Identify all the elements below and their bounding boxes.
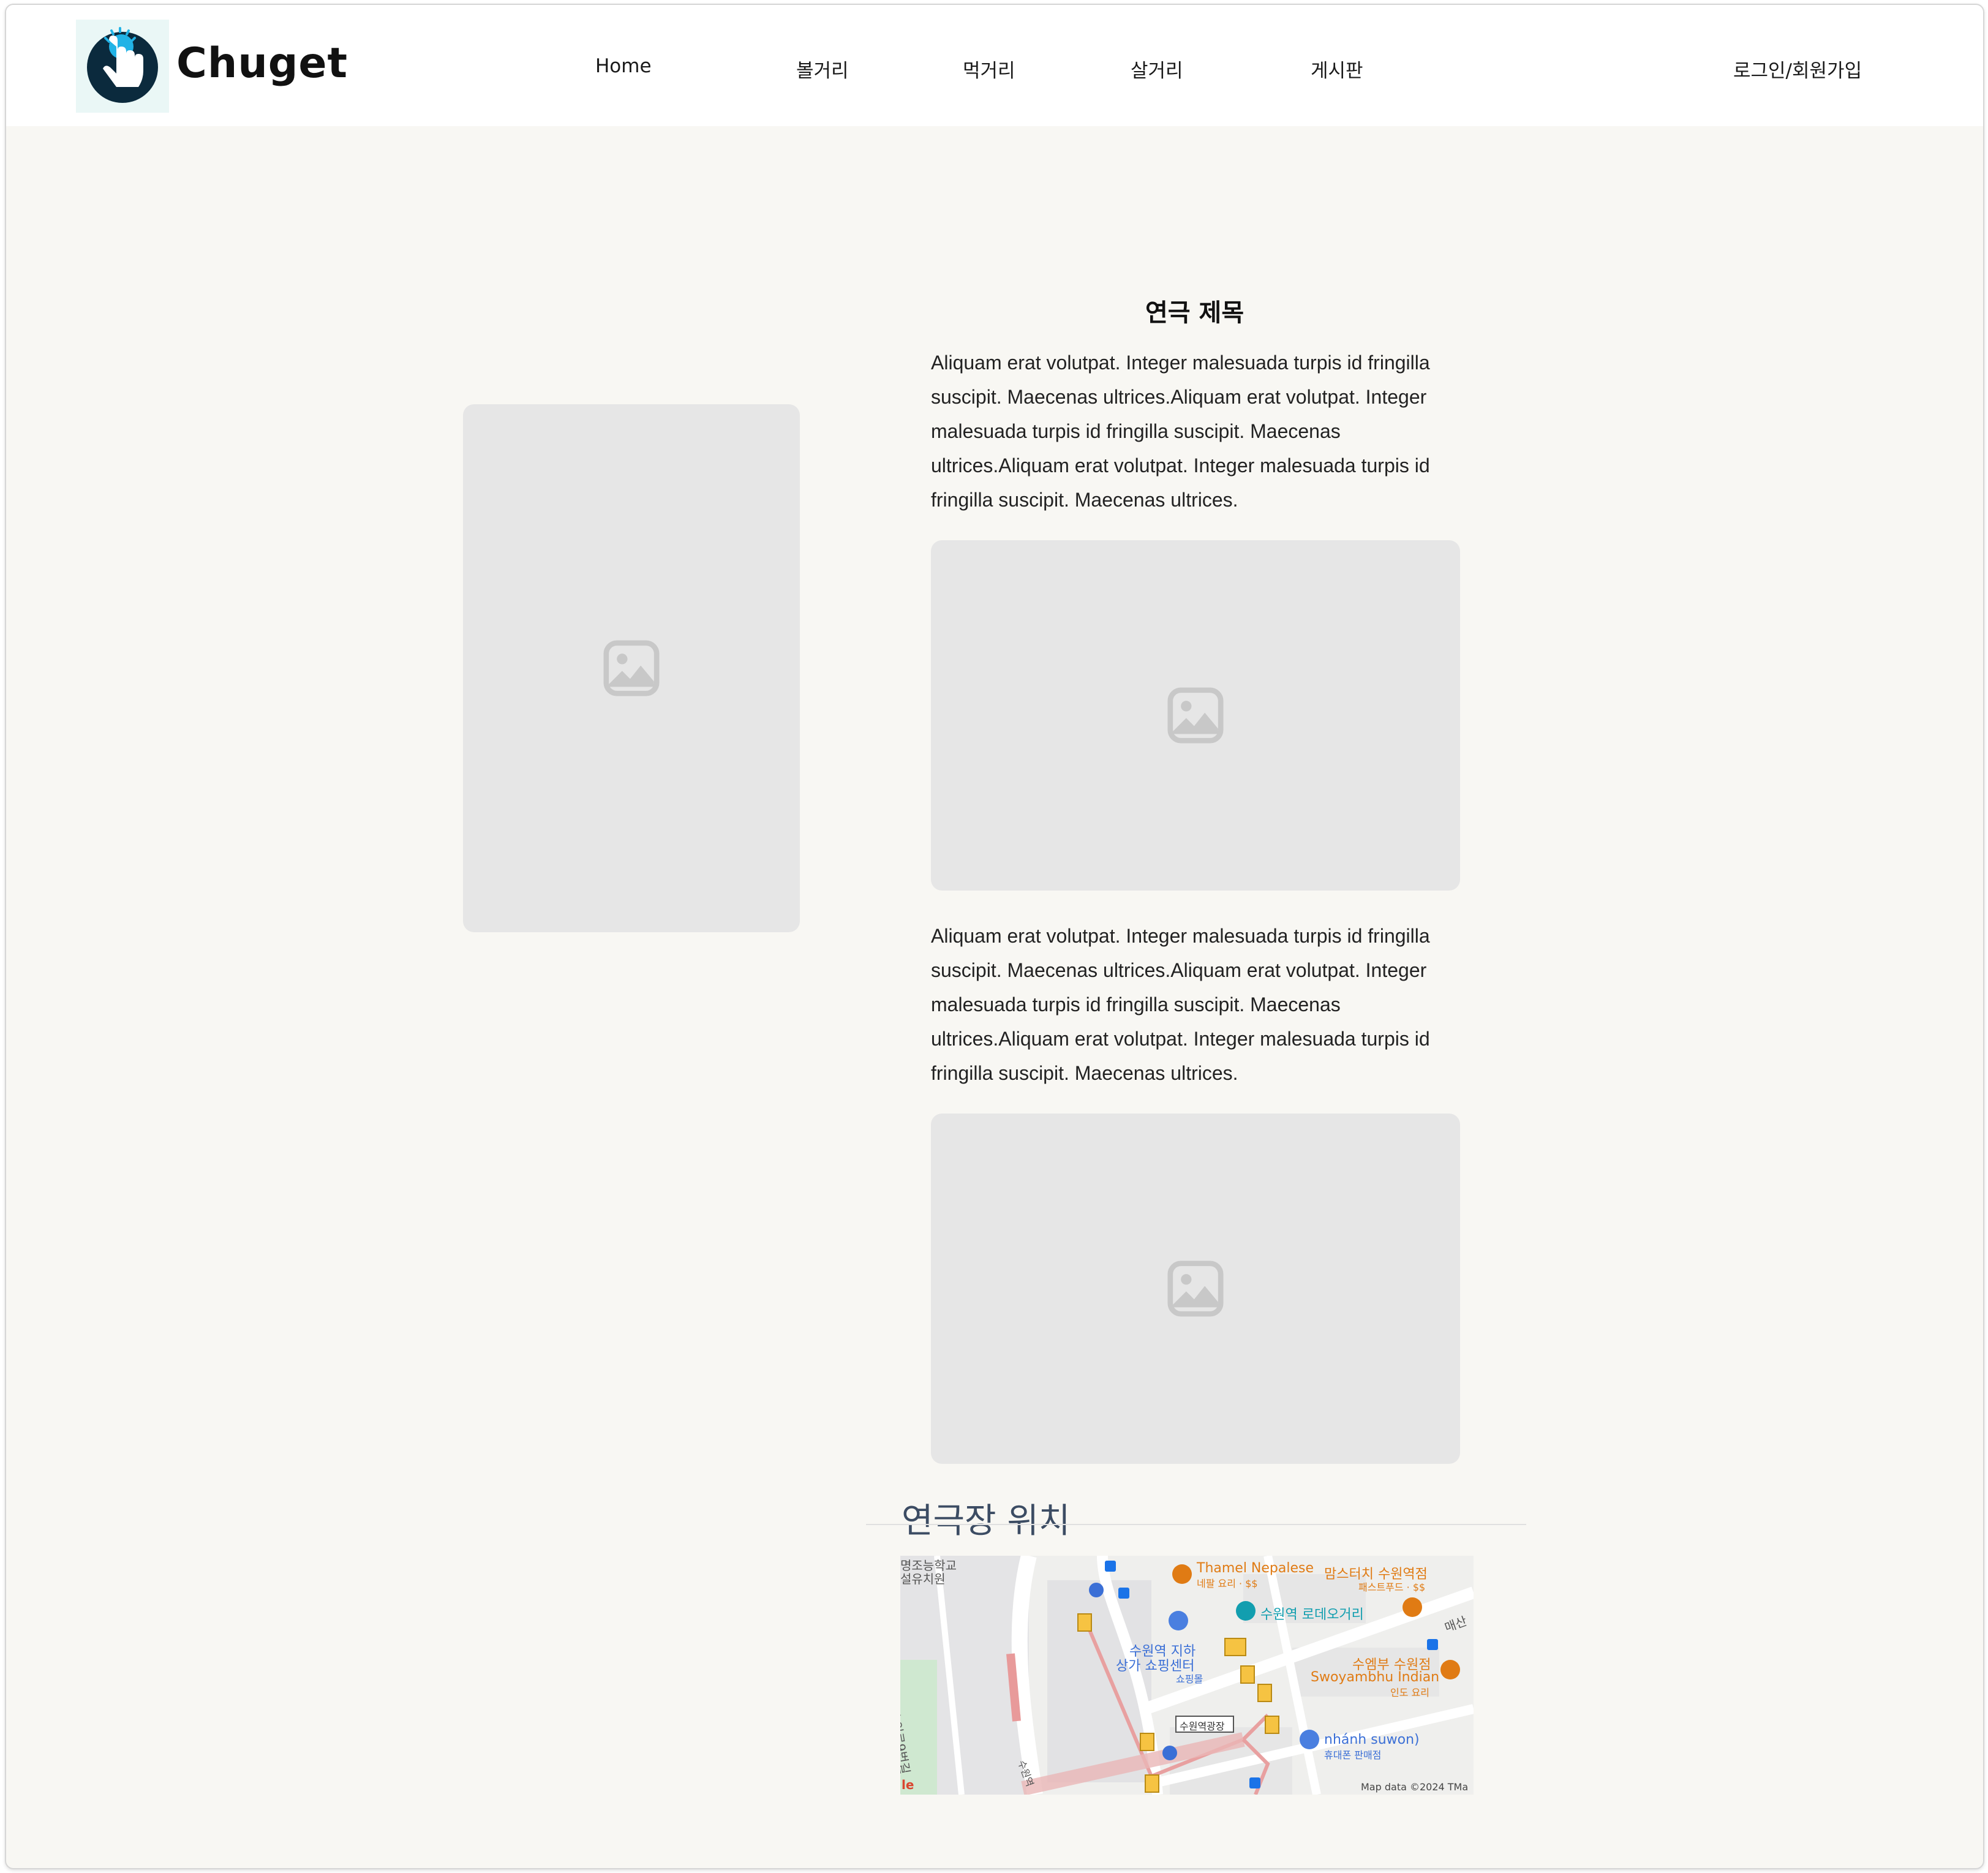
description-paragraph-2: Aliquam erat volutpat. Integer malesuada…: [931, 925, 1430, 1084]
login-signup-link[interactable]: 로그인/회원가입: [1733, 55, 1862, 83]
page-frame: Chuget Home 볼거리 먹거리 살거리 게시판 로그인/회원가입 연극 …: [5, 4, 1984, 1869]
nav-home[interactable]: Home: [595, 55, 652, 77]
map-label-thamel-sub: 네팔 요리 · $$: [1197, 1578, 1258, 1589]
nav-board[interactable]: 게시판: [1311, 55, 1363, 83]
image-placeholder-icon: [1167, 1261, 1224, 1317]
map-label-rodeo: 수원역 로데오거리: [1260, 1607, 1364, 1622]
map-label-plaza: 수원역광장: [1180, 1720, 1225, 1732]
logo[interactable]: [76, 20, 169, 113]
map-label-nhanh-sub: 휴대폰 판매점: [1324, 1749, 1382, 1761]
map-label-momstouch-sub: 패스트푸드 · $$: [1358, 1581, 1426, 1593]
content-image-1: [931, 540, 1460, 891]
site-header: Chuget Home 볼거리 먹거리 살거리 게시판 로그인/회원가입: [6, 5, 1983, 126]
play-title: 연극 제목: [1145, 299, 1244, 327]
map-label-thamel: Thamel Nepalese: [1197, 1561, 1314, 1576]
map-label-underground-sub: 쇼핑몰: [1176, 1673, 1203, 1685]
content-image-2: [931, 1114, 1460, 1464]
nav-shopping[interactable]: 살거리: [1131, 55, 1183, 83]
map-label-swoyambhu: Swoyambhu Indian: [1311, 1670, 1440, 1685]
description-paragraph-1: Aliquam erat volutpat. Integer malesuada…: [931, 352, 1430, 511]
theater-location-heading: 연극장 위치: [902, 1501, 1071, 1541]
map-label-swoyambhu-sub: 인도 요리: [1390, 1687, 1429, 1698]
map-google-logo: le: [902, 1777, 914, 1792]
map-attribution: Map data ©2024 TMa: [1361, 1781, 1469, 1793]
nav-sights[interactable]: 볼거리: [796, 55, 849, 83]
section-divider: [866, 1524, 1526, 1525]
poster-image: [463, 404, 800, 932]
image-placeholder-icon: [1167, 687, 1224, 744]
image-placeholder-icon: [603, 640, 660, 696]
brand-name[interactable]: Chuget: [176, 39, 348, 88]
hand-pointer-icon: [87, 27, 158, 103]
map-label-nhanh: nhánh suwon): [1324, 1732, 1420, 1747]
map-label-school-2: 설유치원: [900, 1572, 946, 1586]
location-map[interactable]: Thamel Nepalese 네팔 요리 · $$ 맘스터치 수원역점 패스트…: [900, 1556, 1474, 1795]
nav-food[interactable]: 먹거리: [963, 55, 1015, 83]
